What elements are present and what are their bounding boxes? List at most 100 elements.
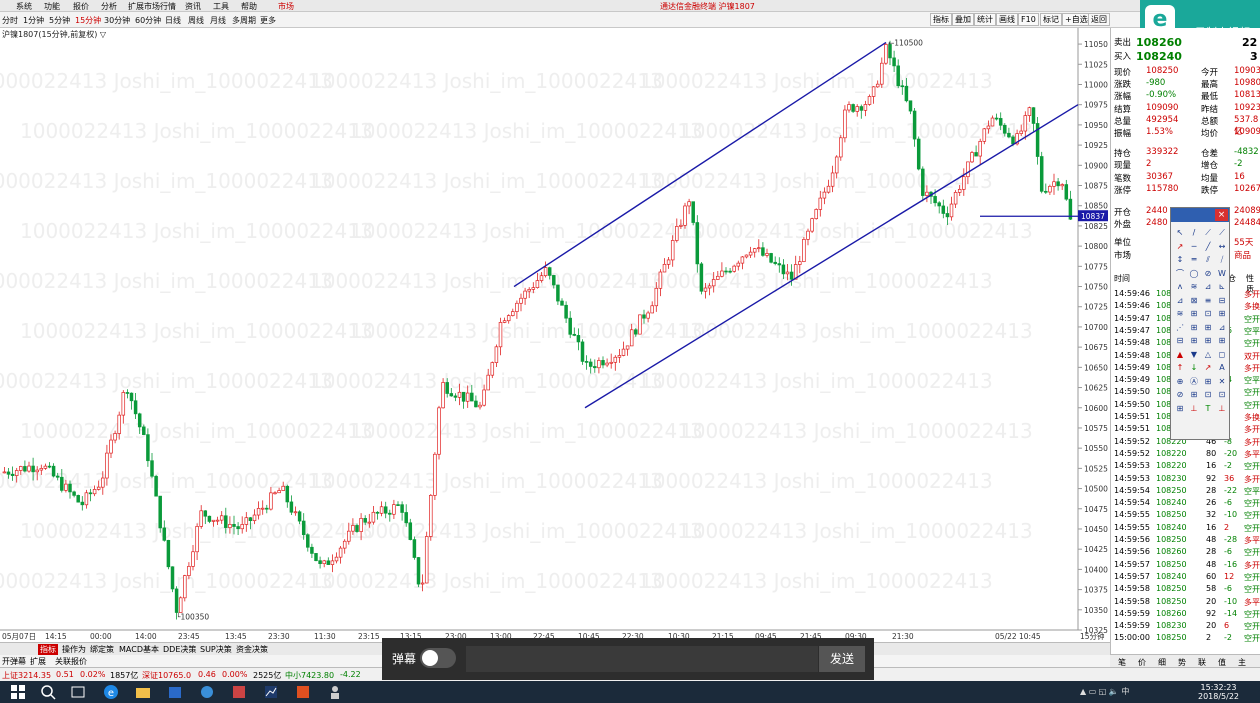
draw-tool-icon[interactable]: ≋ (1175, 309, 1185, 319)
tab-sup[interactable]: SUP决策 (200, 644, 232, 655)
tool-stats-button[interactable]: 统计 (974, 13, 996, 26)
draw-tool-icon[interactable]: ⊿ (1203, 282, 1213, 292)
draw-tool-icon[interactable]: ⊥ (1217, 404, 1227, 414)
drawing-tools-palette[interactable]: × ↖ / ⟋ ⟋ ↗ ─ ╱ ↔ ↕ ═ ⫽ ⧸ ⌒ ◯ ⊘ Wʌ ≋ ⊿ ⊾ ⊿ ⊠ ≡ ⊟ ≋ ⊞ ⊡ ⊞ ⋰ ⊞ ⊞ ⊿ ⊟ ⊞ ⊞ ⊞ ▲ ▼… (1170, 207, 1230, 440)
store-icon[interactable] (167, 684, 183, 700)
draw-tool-icon[interactable]: ─ (1189, 242, 1199, 252)
extend-button[interactable]: 扩展 (30, 656, 46, 667)
period-tab-active[interactable]: 15分钟 (75, 15, 101, 26)
draw-tool-icon[interactable]: ↑ (1175, 363, 1185, 373)
draw-tool-icon[interactable]: ⋰ (1175, 323, 1185, 333)
draw-tool-icon[interactable]: ▲ (1175, 350, 1185, 360)
period-tab[interactable]: 多周期 (232, 15, 256, 26)
tool-indicator-button[interactable]: 指标 (930, 13, 952, 26)
draw-tool-icon[interactable]: ⊿ (1217, 323, 1227, 333)
draw-tool-icon[interactable]: ⧸ (1217, 255, 1227, 265)
draw-tool-icon[interactable]: ⊞ (1217, 309, 1227, 319)
draw-tool-icon[interactable]: ≋ (1189, 282, 1199, 292)
file-explorer-icon[interactable] (135, 684, 151, 700)
draw-tool-icon[interactable]: A (1217, 363, 1227, 373)
menu-function[interactable]: 功能 (44, 1, 60, 12)
period-tab[interactable]: 5分钟 (49, 15, 70, 26)
menu-quote[interactable]: 报价 (73, 1, 89, 12)
draw-tool-icon[interactable]: ◯ (1189, 269, 1199, 279)
draw-tool-icon[interactable]: ⊞ (1203, 323, 1213, 333)
draw-tool-icon[interactable]: ✕ (1217, 377, 1227, 387)
period-tab[interactable]: 分时 (2, 15, 18, 26)
period-tab[interactable]: 日线 (165, 15, 181, 26)
draw-tool-icon[interactable]: ⊞ (1189, 390, 1199, 400)
period-tab[interactable]: 月线 (210, 15, 226, 26)
task-view-icon[interactable] (70, 684, 86, 700)
draw-tool-icon[interactable]: ↔ (1217, 242, 1227, 252)
draw-tool-icon[interactable]: ╱ (1203, 242, 1213, 252)
app-icon[interactable] (295, 684, 311, 700)
draw-tool-icon[interactable]: ▼ (1189, 350, 1199, 360)
tab-bind-strategy[interactable]: 绑定策 (90, 644, 114, 655)
tool-draw-button[interactable]: 画线 (996, 13, 1018, 26)
menu-news[interactable]: 资讯 (185, 1, 201, 12)
draw-tool-icon[interactable]: △ (1203, 350, 1213, 360)
period-tab[interactable]: 周线 (188, 15, 204, 26)
draw-tool-icon[interactable]: ⫽ (1203, 255, 1213, 265)
person-icon[interactable] (327, 684, 343, 700)
system-tray[interactable]: ▲ ▭ ◱ 🔈 中 (1080, 686, 1129, 697)
draw-tool-icon[interactable]: ⊟ (1217, 296, 1227, 306)
draw-tool-icon[interactable]: ⊞ (1189, 336, 1199, 346)
tool-mark-button[interactable]: 标记 (1040, 13, 1062, 26)
trading-app-icon[interactable] (263, 684, 279, 700)
menu-help[interactable]: 帮助 (241, 1, 257, 12)
related-quote-button[interactable]: 关联报价 (55, 656, 87, 667)
menu-tools[interactable]: 工具 (213, 1, 229, 12)
draw-tool-icon[interactable]: ↖ (1175, 228, 1185, 238)
draw-tool-icon[interactable]: ≡ (1203, 296, 1213, 306)
draw-tool-icon[interactable]: ⊞ (1189, 309, 1199, 319)
draw-tool-icon[interactable]: ═ (1189, 255, 1199, 265)
draw-tool-icon[interactable]: ⊡ (1203, 390, 1213, 400)
app-icon[interactable] (199, 684, 215, 700)
draw-tool-icon[interactable]: ⊞ (1175, 404, 1185, 414)
tab-macd[interactable]: MACD基本 (119, 644, 159, 655)
draw-tool-icon[interactable]: ⊘ (1175, 390, 1185, 400)
draw-tool-icon[interactable]: ⊟ (1175, 336, 1185, 346)
draw-tool-icon[interactable]: ⊡ (1203, 309, 1213, 319)
windows-start-icon[interactable] (10, 684, 26, 700)
draw-tool-icon[interactable]: ↗ (1203, 363, 1213, 373)
period-tab[interactable]: 1分钟 (23, 15, 44, 26)
draw-tool-icon[interactable]: Ⓐ (1189, 377, 1199, 387)
period-tab[interactable]: 30分钟 (104, 15, 130, 26)
menu-market[interactable]: 市场 (278, 1, 294, 12)
period-tab[interactable]: 60分钟 (135, 15, 161, 26)
draw-tool-icon[interactable]: ⊘ (1203, 269, 1213, 279)
draw-tool-icon[interactable]: T (1203, 404, 1213, 414)
draw-tool-icon[interactable]: ʌ (1175, 282, 1185, 292)
draw-tool-icon[interactable]: ↓ (1189, 363, 1199, 373)
draw-tool-icon[interactable]: ⊾ (1217, 282, 1227, 292)
draw-tool-icon[interactable]: ⊿ (1175, 296, 1185, 306)
draw-tool-icon[interactable]: ⌒ (1175, 269, 1185, 279)
draw-tool-icon[interactable]: ⟋ (1203, 228, 1213, 238)
draw-tool-icon[interactable]: ⊞ (1203, 377, 1213, 387)
draw-tool-icon[interactable]: ⊠ (1189, 296, 1199, 306)
draw-tool-icon[interactable]: ⊞ (1203, 336, 1213, 346)
palette-titlebar[interactable]: × (1171, 208, 1229, 222)
draw-tool-icon[interactable]: ⊞ (1189, 323, 1199, 333)
draw-tool-icon[interactable]: ◻ (1217, 350, 1227, 360)
menu-extended-market[interactable]: 扩展市场行情 (128, 1, 176, 12)
tab-dde[interactable]: DDE决策 (163, 644, 196, 655)
menu-analysis[interactable]: 分析 (101, 1, 117, 12)
search-icon[interactable] (40, 684, 56, 700)
edge-browser-icon[interactable]: e (103, 684, 119, 700)
draw-tool-icon[interactable]: ⟋ (1217, 228, 1227, 238)
tab-indicator[interactable]: 指标 (38, 644, 58, 655)
clock[interactable]: 15:32:23 2018/5/22 (1198, 683, 1239, 701)
draw-tool-icon[interactable]: ⊕ (1175, 377, 1185, 387)
draw-tool-icon[interactable]: / (1189, 228, 1199, 238)
app-icon[interactable] (231, 684, 247, 700)
danmu-input[interactable] (466, 646, 818, 672)
tab-fund[interactable]: 资金决策 (236, 644, 268, 655)
draw-tool-icon[interactable]: ⊞ (1217, 336, 1227, 346)
close-icon[interactable]: × (1215, 209, 1228, 221)
draw-tool-icon[interactable]: ↕ (1175, 255, 1185, 265)
ime-indicator[interactable]: 中 (1121, 687, 1129, 696)
